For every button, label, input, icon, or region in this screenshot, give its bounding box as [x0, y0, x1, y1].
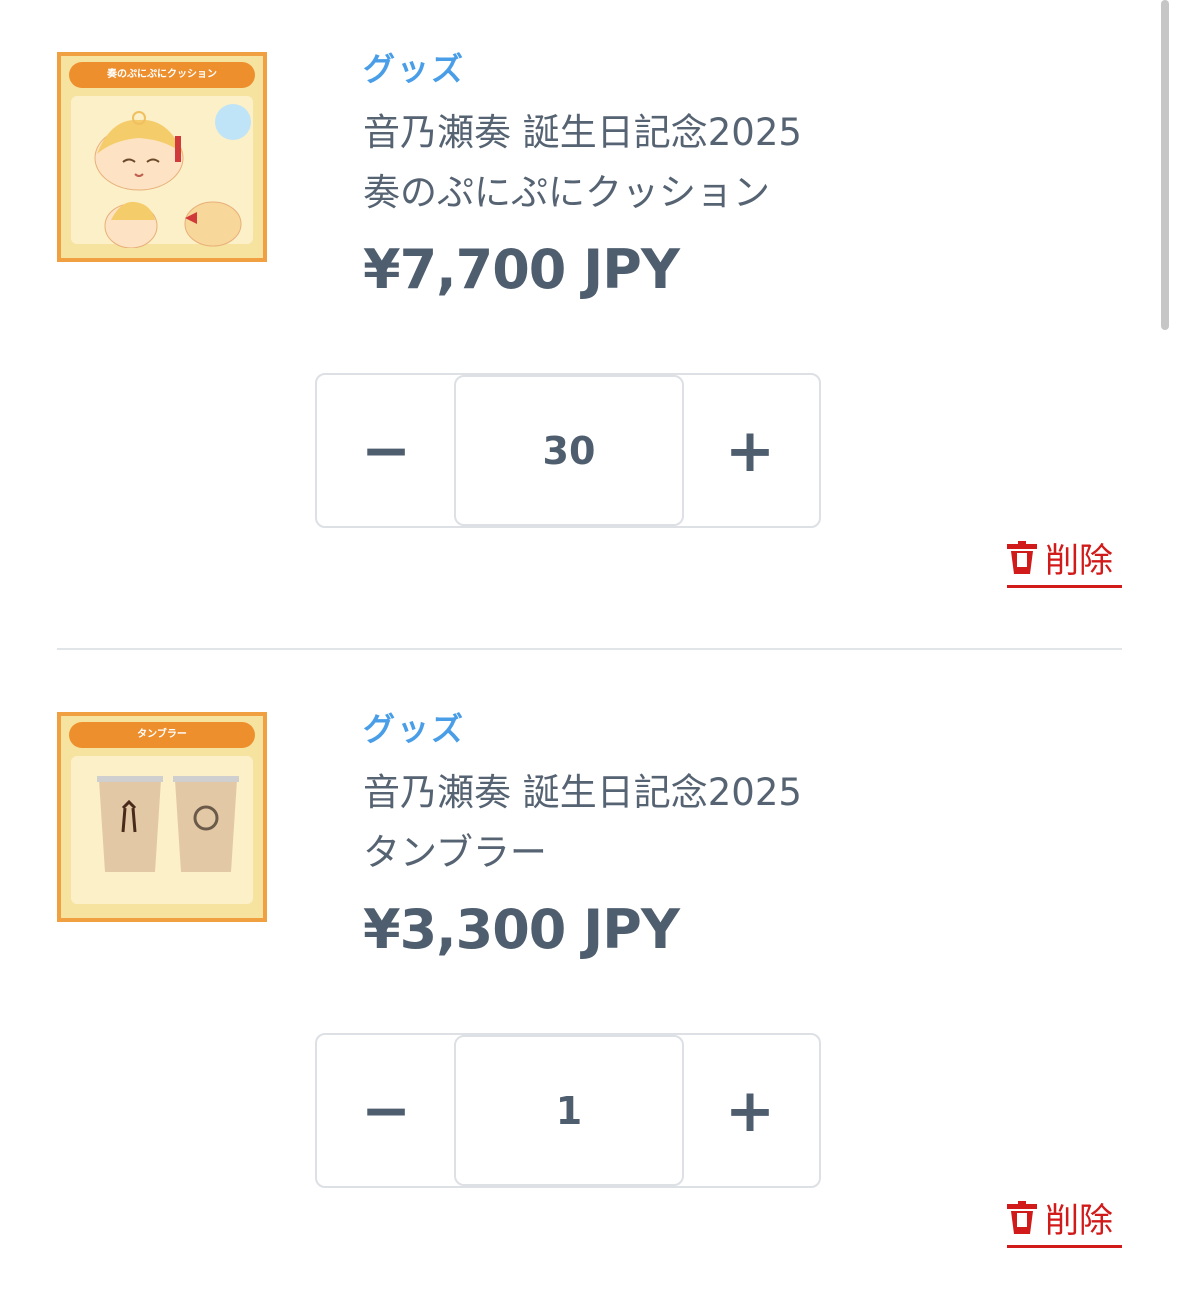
product-illustration	[71, 756, 253, 904]
delete-label: 削除	[1045, 541, 1113, 581]
plus-icon: +	[724, 415, 776, 486]
product-image-banner: 奏のぷにぷにクッション	[69, 62, 255, 88]
trash-icon	[1007, 540, 1037, 574]
minus-icon: −	[360, 1075, 412, 1146]
quantity-stepper: − 1 +	[315, 1033, 821, 1188]
minus-icon: −	[360, 415, 412, 486]
product-price: ¥3,300 JPY	[363, 898, 680, 961]
delete-button[interactable]: 削除	[1007, 1190, 1122, 1248]
product-image-tumbler[interactable]: タンブラー	[57, 712, 267, 922]
product-image-fineprint	[63, 248, 261, 256]
plus-icon: +	[724, 1075, 776, 1146]
product-illustration	[71, 96, 253, 249]
decrease-quantity-button[interactable]: −	[317, 1035, 455, 1186]
product-name-line1[interactable]: 音乃瀬奏 誕生日記念2025	[363, 762, 802, 816]
delete-label: 削除	[1045, 1201, 1113, 1241]
quantity-input[interactable]: 1	[454, 1035, 684, 1186]
product-image-fineprint	[63, 908, 261, 916]
decrease-quantity-button[interactable]: −	[317, 375, 455, 526]
product-category: グッズ	[363, 710, 466, 748]
increase-quantity-button[interactable]: +	[681, 1035, 819, 1186]
product-name-line1[interactable]: 音乃瀬奏 誕生日記念2025	[363, 102, 802, 156]
product-price: ¥7,700 JPY	[363, 238, 680, 301]
product-name-line2[interactable]: 奏のぷにぷにクッション	[363, 162, 770, 216]
quantity-input[interactable]: 30	[454, 375, 684, 526]
increase-quantity-button[interactable]: +	[681, 375, 819, 526]
product-category: グッズ	[363, 50, 466, 88]
cart-item: 奏のぷにぷにクッション グッズ 音乃瀬奏 誕生日記念2025 奏のぷにぷにクッシ…	[0, 0, 1179, 640]
item-divider	[57, 648, 1122, 650]
trash-icon	[1007, 1200, 1037, 1234]
product-image-banner: タンブラー	[69, 722, 255, 748]
delete-button[interactable]: 削除	[1007, 530, 1122, 588]
product-name-line2[interactable]: タンブラー	[363, 822, 547, 876]
quantity-stepper: − 30 +	[315, 373, 821, 528]
cart-item: タンブラー グッズ 音乃瀬奏 誕生日記念2025 タンブラー ¥3,300 JP…	[0, 660, 1179, 1300]
product-image-cushion[interactable]: 奏のぷにぷにクッション	[57, 52, 267, 262]
